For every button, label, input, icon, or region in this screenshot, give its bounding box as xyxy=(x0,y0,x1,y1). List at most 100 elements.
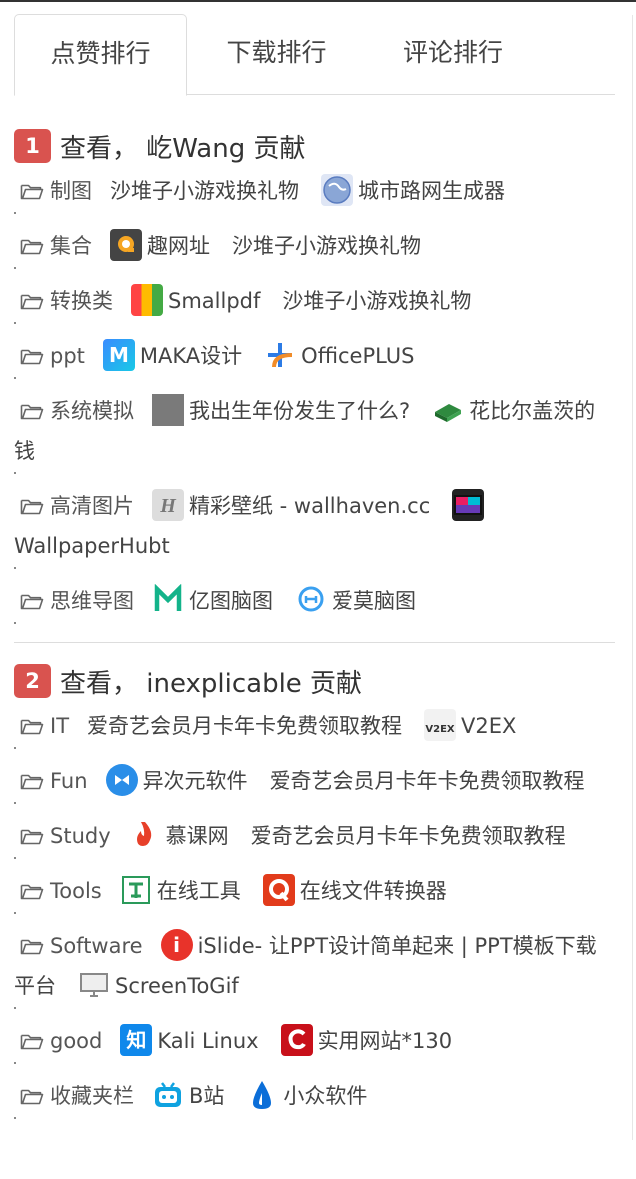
bookmark-link[interactable]: 知 Kali Linux xyxy=(120,1024,259,1056)
category-name[interactable]: 制图 xyxy=(50,179,92,203)
folder-icon xyxy=(20,338,44,365)
bookmark-link[interactable]: 爱奇艺会员月卡年卡免费领取教程 xyxy=(251,824,566,848)
bookmark-link[interactable]: ScreenToGif xyxy=(78,969,239,1001)
row-marker xyxy=(14,857,16,859)
category-row: Fun 异次元软件 爱奇艺会员月卡年卡免费领取教程 xyxy=(14,761,615,816)
folder-icon xyxy=(20,583,44,610)
category-name[interactable]: good xyxy=(50,1029,102,1053)
rank-badge: 1 xyxy=(14,129,51,163)
bookmark-link[interactable]: 爱奇艺会员月卡年卡免费领取教程 xyxy=(87,714,402,738)
iplaysoft-icon xyxy=(105,764,138,796)
row-marker xyxy=(14,1007,16,1009)
row-marker xyxy=(14,912,16,914)
officeplus-icon xyxy=(264,339,297,371)
category-name[interactable]: 高清图片 xyxy=(50,494,134,518)
folder-icon xyxy=(20,393,44,420)
bookmark-title: 我出生年份发生了什么? xyxy=(189,399,411,423)
monitor-icon xyxy=(78,969,110,1001)
category-name[interactable]: IT xyxy=(50,714,69,738)
ranking-panel: 点赞排行 下载排行 评论排行 1 查看， 屹Wang 贡献 制图 沙堆子小游戏换礼物 城… xyxy=(14,14,615,1131)
folder-icon xyxy=(20,1023,44,1050)
bookmark-link[interactable]: 我出生年份发生了什么? xyxy=(152,394,411,426)
category-name[interactable]: 思维导图 xyxy=(50,589,134,613)
category-name[interactable]: Fun xyxy=(50,769,88,793)
imooc-icon xyxy=(128,819,161,851)
bookmark-title: 在线文件转换器 xyxy=(299,879,447,903)
category-name[interactable]: Study xyxy=(50,824,111,848)
bookmark-link[interactable]: 沙堆子小游戏换礼物 xyxy=(110,179,299,203)
category-name[interactable]: 集合 xyxy=(50,234,92,258)
bookmark-link[interactable]: B站 xyxy=(152,1079,224,1111)
bookmark-title: 爱奇艺会员月卡年卡免费领取教程 xyxy=(250,824,566,848)
folder-icon xyxy=(20,488,44,515)
category-row: 收藏夹栏 B站 小众软件 xyxy=(14,1076,615,1131)
bookmark-title: 爱奇艺会员月卡年卡免费领取教程 xyxy=(269,769,585,793)
bookmark-link[interactable]: H 精彩壁纸 - wallhaven.cc xyxy=(152,489,430,521)
row-marker xyxy=(14,1062,16,1064)
category-name[interactable]: ppt xyxy=(50,344,85,368)
category-name[interactable]: Tools xyxy=(50,879,102,903)
bookmark-link[interactable]: 爱莫脑图 xyxy=(295,584,416,616)
money-icon xyxy=(432,394,465,426)
bookmark-link[interactable]: 在线工具 xyxy=(119,874,241,906)
bookmark-link[interactable]: OfficePLUS xyxy=(264,339,415,371)
bookmark-link[interactable]: 沙堆子小游戏换礼物 xyxy=(282,289,471,313)
bookmark-title: 城市路网生成器 xyxy=(358,179,505,203)
row-marker xyxy=(14,1117,16,1119)
tab-likes[interactable]: 点赞排行 xyxy=(14,14,187,96)
bookmark-link[interactable]: 实用网站*130 xyxy=(280,1024,452,1056)
category-row: good 知 Kali Linux 实用网站*130 xyxy=(14,1021,615,1076)
row-marker xyxy=(14,212,16,214)
maka-icon: M xyxy=(102,339,135,371)
bookmark-link[interactable]: 城市路网生成器 xyxy=(321,174,505,206)
bookmark-link[interactable]: 异次元软件 xyxy=(105,764,248,796)
section-header: 2 查看， inexplicable 贡献 xyxy=(14,656,615,706)
row-marker xyxy=(14,747,16,749)
bookmark-link[interactable]: 趣网址 xyxy=(110,229,210,261)
window-top-border xyxy=(0,0,636,2)
bookmark-link[interactable]: 小众软件 xyxy=(246,1079,367,1111)
category-row: 制图 沙堆子小游戏换礼物 城市路网生成器 xyxy=(14,171,615,226)
bookmark-link[interactable]: 爱奇艺会员月卡年卡免费领取教程 xyxy=(270,769,585,793)
category-name[interactable]: Software xyxy=(50,934,143,958)
ranking-tabs: 点赞排行 下载排行 评论排行 xyxy=(14,14,615,96)
bookmark-link[interactable]: 亿图脑图 xyxy=(152,584,273,616)
category-row: ppt M MAKA设计 OfficePLUS xyxy=(14,336,615,391)
c-icon xyxy=(280,1024,313,1056)
aimo-icon xyxy=(295,584,327,616)
category-name[interactable]: 收藏夹栏 xyxy=(50,1084,134,1108)
section-divider xyxy=(14,642,615,643)
bookmark-title: ScreenToGif xyxy=(115,974,239,998)
tab-downloads[interactable]: 下载排行 xyxy=(185,14,368,93)
bookmark-title: 慕课网 xyxy=(165,824,229,848)
row-marker xyxy=(14,322,16,324)
globe-icon xyxy=(321,174,353,206)
islide-icon: i xyxy=(160,929,193,961)
bookmark-link[interactable]: 慕课网 xyxy=(128,819,229,851)
gray-square-icon xyxy=(152,394,184,426)
wallpaperhub-icon xyxy=(452,489,485,521)
rank-badge: 2 xyxy=(14,664,51,698)
zhihu-icon: 知 xyxy=(120,1024,153,1056)
folder-icon xyxy=(20,283,44,310)
row-marker xyxy=(14,622,16,624)
bookmark-title: MAKA设计 xyxy=(139,344,243,368)
bookmark-link[interactable]: Smallpdf xyxy=(131,284,260,316)
row-marker xyxy=(14,267,16,269)
contributor-link[interactable]: 查看， 屹Wang 贡献 xyxy=(60,128,306,165)
folder-icon xyxy=(20,228,44,255)
contributor-link[interactable]: 查看， inexplicable 贡献 xyxy=(60,663,362,700)
bookmark-link[interactable]: V2EX V2EX xyxy=(424,709,516,741)
row-marker xyxy=(14,472,16,474)
category-name[interactable]: 系统模拟 xyxy=(50,399,134,423)
category-row: 思维导图 亿图脑图 爱莫脑图 xyxy=(14,581,615,636)
edraw-icon xyxy=(152,584,184,616)
bookmark-title: OfficePLUS xyxy=(301,344,415,368)
bookmark-link[interactable]: 沙堆子小游戏换礼物 xyxy=(232,234,421,258)
tab-comments[interactable]: 评论排行 xyxy=(368,14,538,93)
category-name[interactable]: 转换类 xyxy=(50,289,113,313)
category-row: Tools 在线工具 在线文件转换器 xyxy=(14,871,615,926)
bookmark-link[interactable]: M MAKA设计 xyxy=(102,339,243,371)
row-marker xyxy=(14,567,16,569)
bookmark-link[interactable]: 在线文件转换器 xyxy=(262,874,447,906)
